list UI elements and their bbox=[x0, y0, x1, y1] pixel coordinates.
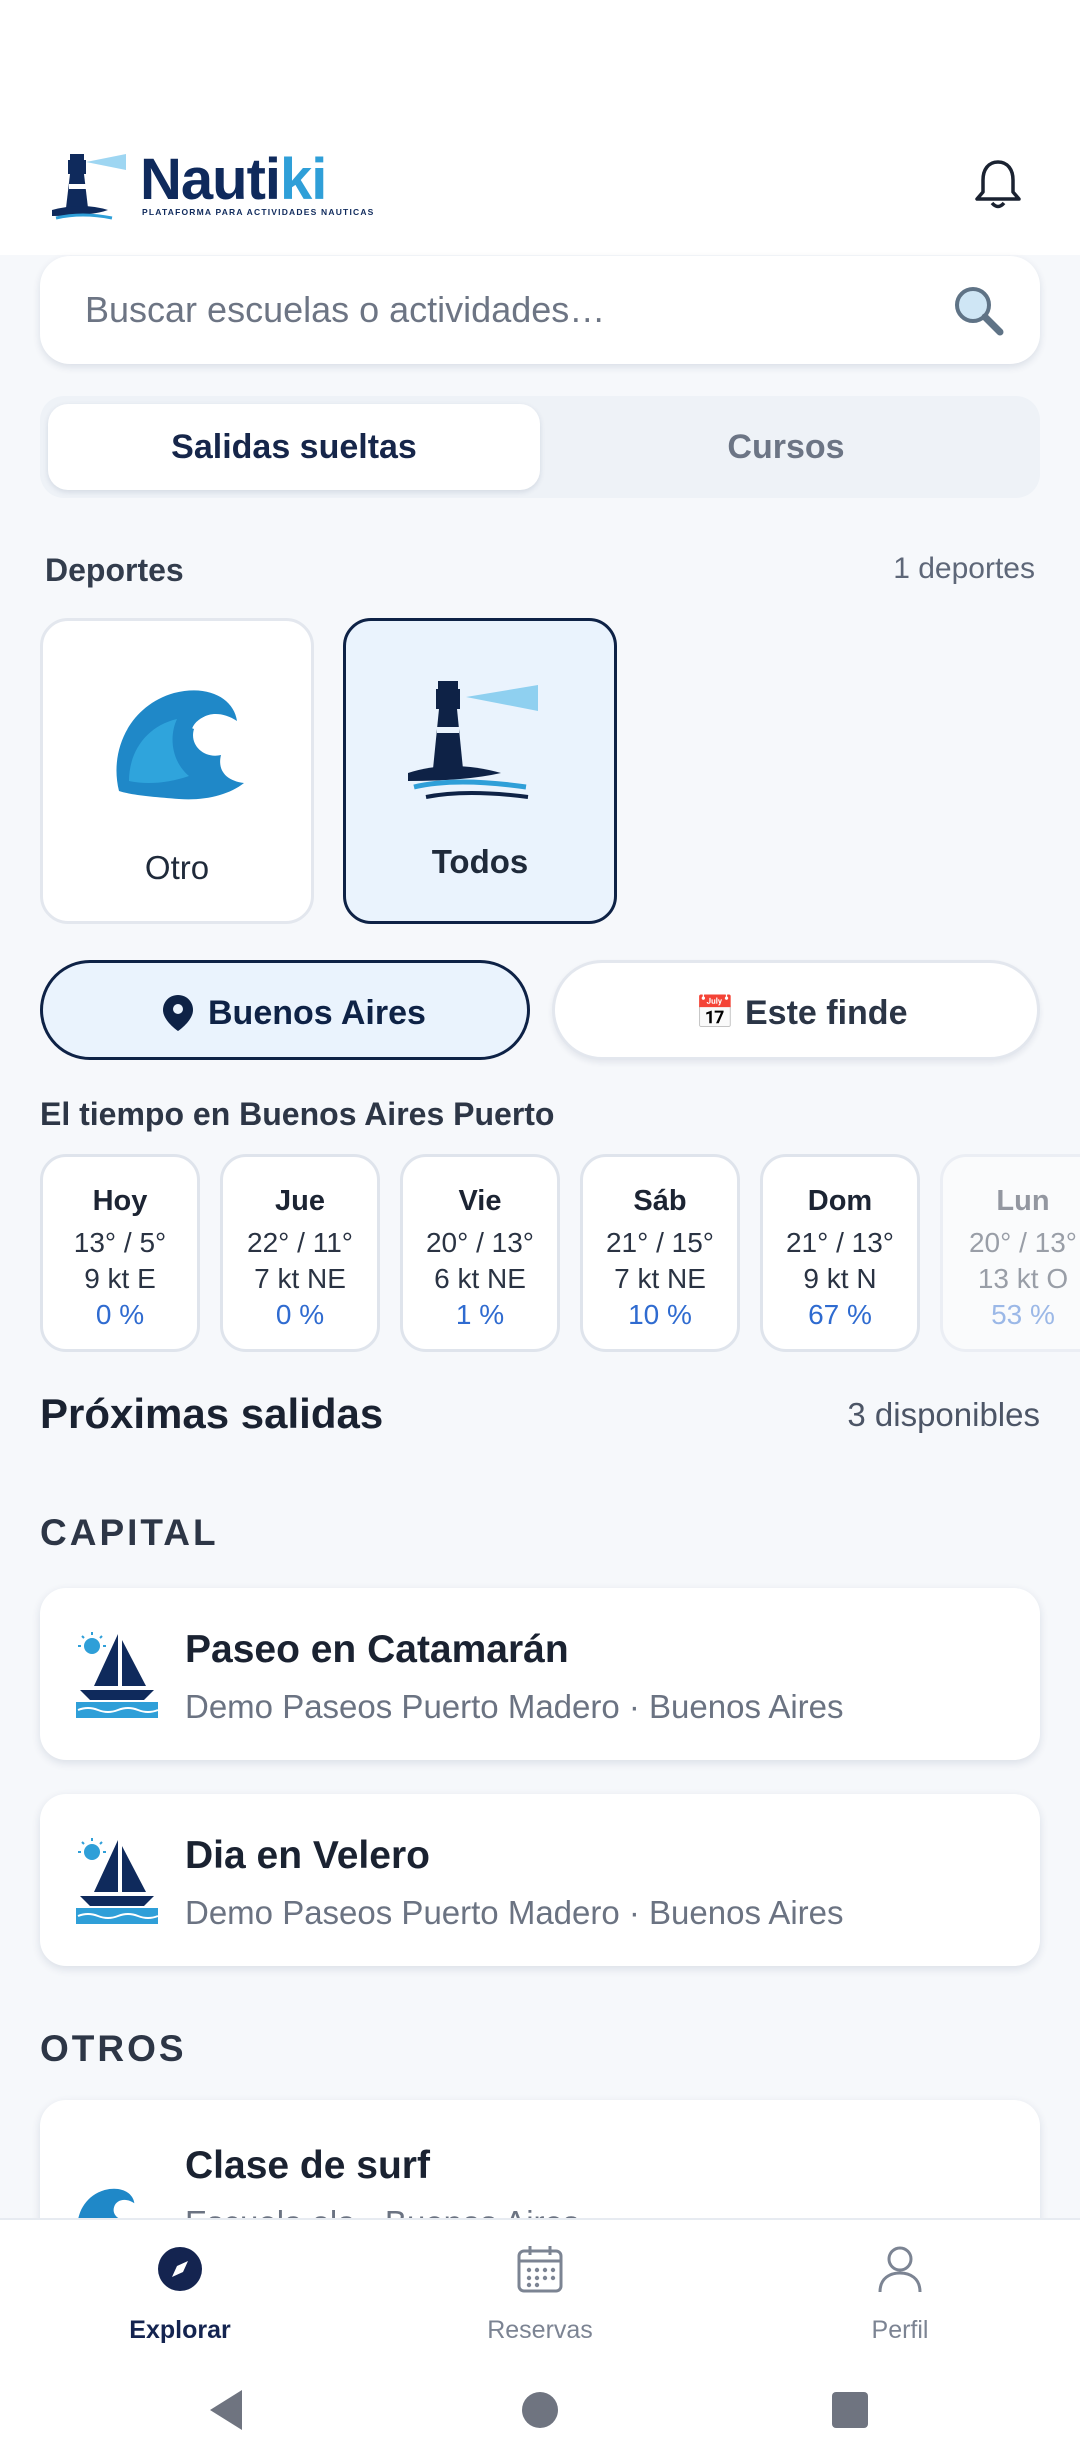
weather-wind: 6 kt NE bbox=[434, 1263, 526, 1294]
group-heading-capital: CAPITAL bbox=[40, 1512, 219, 1553]
mode-tabs: Salidas sueltas Cursos bbox=[40, 396, 1040, 498]
weather-rain: 10 % bbox=[628, 1299, 692, 1330]
activity-title: Dia en Velero bbox=[185, 1834, 430, 1877]
location-label: Buenos Aires bbox=[208, 994, 426, 1032]
brand-name: Nautiki bbox=[140, 147, 327, 212]
weather-day-card: Vie 20° / 13° 6 kt NE 1 % bbox=[400, 1154, 560, 1352]
calendar-icon: 📅 bbox=[695, 994, 735, 1030]
weather-day: Sáb bbox=[633, 1185, 687, 1217]
nav-reservas[interactable]: Reservas bbox=[430, 2220, 650, 2360]
weather-rain: 53 % bbox=[991, 1299, 1055, 1330]
activity-card[interactable]: Dia en Velero Demo Paseos Puerto Madero … bbox=[40, 1794, 1040, 1966]
weather-temp: 22° / 11° bbox=[247, 1227, 353, 1258]
activity-subtitle: Demo Paseos Puerto Madero · Buenos Aires bbox=[185, 1894, 844, 1931]
upcoming-count: 3 disponibles bbox=[847, 1396, 1040, 1433]
sailboat-icon bbox=[76, 1838, 159, 1924]
weather-temp: 21° / 13° bbox=[785, 1227, 895, 1258]
weather-day-card: Dom 21° / 13° 9 kt N 67 % bbox=[760, 1154, 920, 1352]
weather-rain: 0 % bbox=[275, 1299, 325, 1330]
activity-subtitle: Demo Paseos Puerto Madero · Buenos Aires bbox=[185, 1688, 844, 1725]
weather-day-card: Hoy 13° / 5° 9 kt E 0 % bbox=[40, 1154, 200, 1352]
weather-temp: 13° / 5° bbox=[73, 1227, 167, 1258]
weather-wind: 7 kt NE bbox=[254, 1263, 346, 1294]
weather-rain: 67 % bbox=[808, 1299, 872, 1330]
calendar-grid-icon bbox=[517, 2246, 563, 2293]
date-filter[interactable]: 📅 Este finde bbox=[552, 960, 1040, 1060]
sport-card-todos[interactable]: Todos bbox=[343, 618, 617, 924]
activity-title: Paseo en Catamarán bbox=[185, 1628, 569, 1671]
weather-wind: 9 kt N bbox=[803, 1263, 877, 1294]
nav-perfil[interactable]: Perfil bbox=[790, 2220, 1010, 2360]
sport-label: Todos bbox=[431, 843, 529, 880]
tab-cursos[interactable]: Cursos bbox=[540, 404, 1032, 490]
weather-temp: 20° / 13° bbox=[425, 1227, 535, 1258]
nav-explorar[interactable]: Explorar bbox=[70, 2220, 290, 2360]
weather-wind: 13 kt O bbox=[977, 1263, 1069, 1294]
recents-icon[interactable] bbox=[830, 2390, 870, 2430]
date-label: Este finde bbox=[745, 994, 908, 1032]
nav-label: Perfil bbox=[871, 2316, 929, 2344]
weather-rain: 1 % bbox=[455, 1299, 505, 1330]
weather-day-card: Jue 22° / 11° 7 kt NE 0 % bbox=[220, 1154, 380, 1352]
location-filter[interactable]: Buenos Aires bbox=[40, 960, 530, 1060]
group-heading-otros: OTROS bbox=[40, 2028, 187, 2069]
weather-day-card: Lun 20° / 13° 13 kt O 53 % bbox=[940, 1154, 1080, 1352]
home-icon[interactable] bbox=[520, 2390, 560, 2430]
weather-temp: 20° / 13° bbox=[968, 1227, 1078, 1258]
user-icon bbox=[878, 2246, 922, 2293]
sports-count: 1 deportes bbox=[893, 552, 1035, 585]
search-input[interactable]: Buscar escuelas o actividades… bbox=[85, 289, 605, 331]
sport-label: Otro bbox=[144, 849, 210, 886]
weather-temp: 21° / 15° bbox=[605, 1227, 715, 1258]
compass-icon bbox=[158, 2247, 202, 2291]
search-icon[interactable] bbox=[948, 280, 1008, 340]
upcoming-title: Próximas salidas bbox=[40, 1390, 384, 1437]
weather-day: Jue bbox=[275, 1185, 325, 1217]
weather-title: El tiempo en Buenos Aires Puerto bbox=[40, 1096, 555, 1132]
weather-day: Dom bbox=[807, 1185, 873, 1217]
sports-heading: Deportes bbox=[45, 552, 184, 588]
map-pin-icon bbox=[163, 995, 193, 1031]
search-bar[interactable]: Buscar escuelas o actividades… bbox=[40, 256, 1040, 364]
notification-bell-icon[interactable] bbox=[968, 154, 1028, 214]
app-header: Nautiki PLATAFORMA PARA ACTIVIDADES NAUT… bbox=[0, 0, 1080, 255]
weather-day: Lun bbox=[996, 1185, 1050, 1217]
sport-card-otro[interactable]: Otro bbox=[40, 618, 314, 924]
activity-card[interactable]: Paseo en Catamarán Demo Paseos Puerto Ma… bbox=[40, 1588, 1040, 1760]
system-navigation-bar bbox=[0, 2358, 1080, 2460]
tab-salidas-sueltas[interactable]: Salidas sueltas bbox=[48, 404, 540, 490]
weather-wind: 9 kt E bbox=[84, 1263, 156, 1294]
back-icon[interactable] bbox=[206, 2388, 246, 2432]
weather-wind: 7 kt NE bbox=[614, 1263, 706, 1294]
wave-icon bbox=[116, 690, 244, 800]
brand-tagline: PLATAFORMA PARA ACTIVIDADES NAUTICAS bbox=[142, 207, 375, 217]
weather-rain: 0 % bbox=[95, 1299, 145, 1330]
lighthouse-logo-icon bbox=[52, 154, 126, 220]
weather-day: Vie bbox=[458, 1185, 502, 1217]
weather-day-card: Sáb 21° / 15° 7 kt NE 10 % bbox=[580, 1154, 740, 1352]
activity-title: Clase de surf bbox=[185, 2144, 430, 2187]
nav-label: Reservas bbox=[487, 2316, 593, 2344]
weather-day: Hoy bbox=[92, 1185, 148, 1217]
lighthouse-icon bbox=[408, 681, 538, 799]
bottom-navigation: Explorar Reservas Perfil bbox=[0, 2218, 1080, 2360]
sailboat-icon bbox=[76, 1632, 159, 1718]
nav-label: Explorar bbox=[129, 2316, 231, 2344]
